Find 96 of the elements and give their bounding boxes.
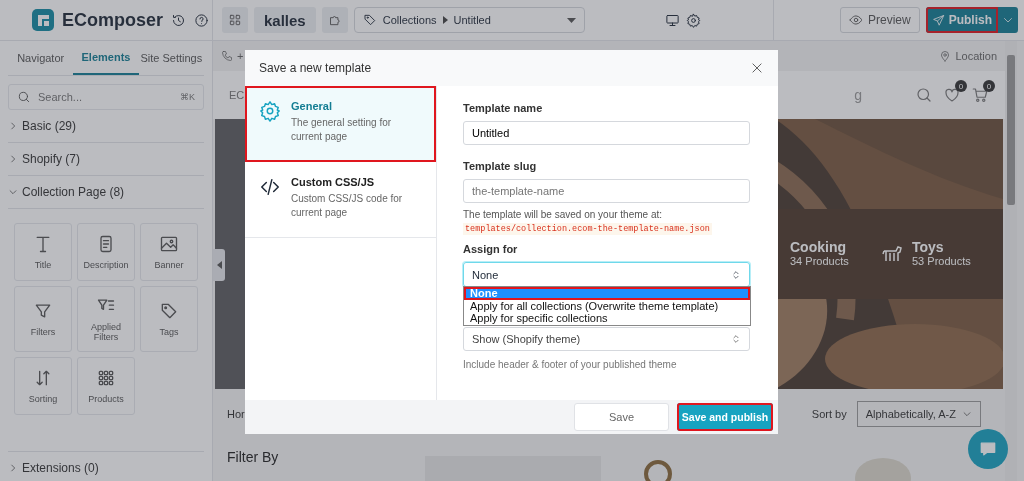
location-icon	[939, 50, 952, 62]
collapse-handle[interactable]	[213, 249, 225, 281]
chevron-right-icon	[8, 463, 18, 473]
dropdown-option[interactable]: Apply for specific collections	[464, 312, 750, 325]
element-tile[interactable]: Title	[14, 223, 72, 281]
category-name[interactable]: Toys	[912, 239, 971, 255]
desktop-icon	[664, 12, 680, 28]
chat-button[interactable]	[968, 429, 1008, 469]
section-title: General	[291, 100, 333, 112]
layout-select[interactable]: Show (Shopify theme)	[463, 327, 750, 351]
wishlist-count: 0	[955, 80, 967, 92]
category-name[interactable]: Cooking	[790, 239, 849, 255]
sort-arrows-icon	[731, 269, 741, 280]
search-icon	[17, 90, 31, 104]
dropdown-option[interactable]: None	[464, 287, 750, 300]
dialog-title: Save a new template	[259, 61, 372, 75]
phone-icon	[221, 50, 233, 62]
heart-icon	[943, 86, 961, 104]
caret-icon	[566, 17, 576, 23]
publish-menu-button[interactable]	[998, 7, 1018, 33]
sidebar-tab[interactable]: Navigator	[8, 41, 74, 75]
dropdown-option[interactable]: Apply for all collections (Overwrite theme template)	[464, 299, 750, 312]
template-slug-field[interactable]: the-template-name	[463, 179, 750, 203]
apps-button[interactable]	[222, 7, 248, 33]
section-title: Custom CSS/JS	[291, 176, 376, 188]
field-label: Template slug	[463, 160, 538, 172]
section-description: Custom CSS/JS code for current page	[291, 192, 404, 220]
scrollbar[interactable]	[1005, 41, 1017, 481]
element-tile[interactable]: Products	[77, 357, 135, 415]
category-count: 34 Products	[790, 255, 849, 267]
theme-button[interactable]: kalles	[254, 7, 316, 33]
chevron-down-icon	[8, 187, 18, 197]
extensions-button[interactable]	[321, 7, 348, 33]
grid-icon	[228, 13, 242, 27]
sort-select[interactable]: Alphabetically, A-Z	[856, 401, 981, 427]
shortcut-hint: ⌘K	[180, 92, 195, 102]
element-tile[interactable]: Applied Filters	[77, 286, 135, 352]
help-icon	[194, 12, 210, 28]
settings-section[interactable]: Custom CSS/JS Custom CSS/JS code for current page	[245, 162, 436, 238]
cart-icon	[971, 86, 989, 104]
sort-label: Sort by	[811, 408, 847, 420]
field-label: Template name	[463, 102, 544, 114]
code-icon	[259, 176, 281, 198]
field-hint: The template will be saved on your theme at:	[463, 209, 663, 220]
field-label: Assign for	[463, 243, 519, 255]
section-description: The general setting for current page	[291, 116, 393, 144]
publish-button[interactable]: Publish	[925, 7, 998, 33]
filter-title: Filter By	[226, 448, 280, 465]
settings-icon	[259, 100, 281, 122]
close-icon	[750, 61, 764, 75]
cart-count: 0	[983, 80, 995, 92]
eye-icon	[848, 13, 863, 27]
history-icon	[171, 12, 187, 28]
sidebar-tab[interactable]: Site Settings	[138, 41, 204, 75]
sort-arrows-icon	[731, 334, 741, 344]
element-tile[interactable]: Tags	[140, 286, 198, 352]
grid-dots-icon	[96, 368, 116, 388]
element-tile[interactable]: Sorting	[14, 357, 72, 415]
store-logo: EC	[229, 89, 245, 101]
image-icon	[159, 234, 179, 254]
search-icon	[915, 86, 933, 104]
assign-select[interactable]: None	[463, 262, 750, 287]
search-input[interactable]: Search...	[36, 86, 175, 108]
preview-button[interactable]: Preview	[839, 7, 920, 33]
file-path: templates/collection.ecom-the-template-name.json	[463, 223, 712, 235]
logo-icon	[32, 9, 54, 31]
element-tile[interactable]: Description	[77, 223, 135, 281]
search-field[interactable]: Search... ⌘K	[8, 84, 204, 110]
close-button[interactable]	[750, 61, 764, 75]
app-logo: EComposer	[62, 9, 164, 31]
category-row[interactable]: Collection Page (8)	[8, 176, 204, 209]
element-tile[interactable]: Banner	[140, 223, 198, 281]
chevron-down-icon	[962, 409, 972, 419]
chevron-right-icon	[8, 121, 18, 131]
settings-section[interactable]: General The general setting for current page	[245, 86, 436, 162]
tag-icon	[362, 13, 377, 27]
triangle-icon	[442, 16, 448, 24]
sidebar-tab[interactable]: Elements	[73, 41, 139, 75]
save-button[interactable]: Save	[574, 403, 669, 431]
send-icon	[931, 13, 945, 27]
element-tile[interactable]: Filters	[14, 286, 72, 352]
save-publish-button[interactable]: Save and publish	[677, 403, 773, 431]
chevron-right-icon	[8, 154, 18, 164]
field-hint: Include header & footer of your published theme	[463, 359, 678, 370]
category-row[interactable]: Shopify (7)	[8, 143, 204, 176]
triangle-icon	[216, 261, 222, 269]
category-count: 53 Products	[912, 255, 971, 267]
category-row[interactable]: Basic (29)	[8, 110, 204, 143]
category-row[interactable]: Extensions (0)	[8, 452, 204, 481]
template-name-field[interactable]: Untitled	[463, 121, 750, 145]
phone-text: +	[237, 50, 244, 62]
tag-icon	[159, 301, 179, 321]
page-select[interactable]: Collections Untitled	[353, 7, 585, 33]
location-text: Location	[955, 50, 997, 62]
breadcrumb-text[interactable]: Hor	[227, 408, 245, 420]
settings-icon	[685, 12, 701, 28]
